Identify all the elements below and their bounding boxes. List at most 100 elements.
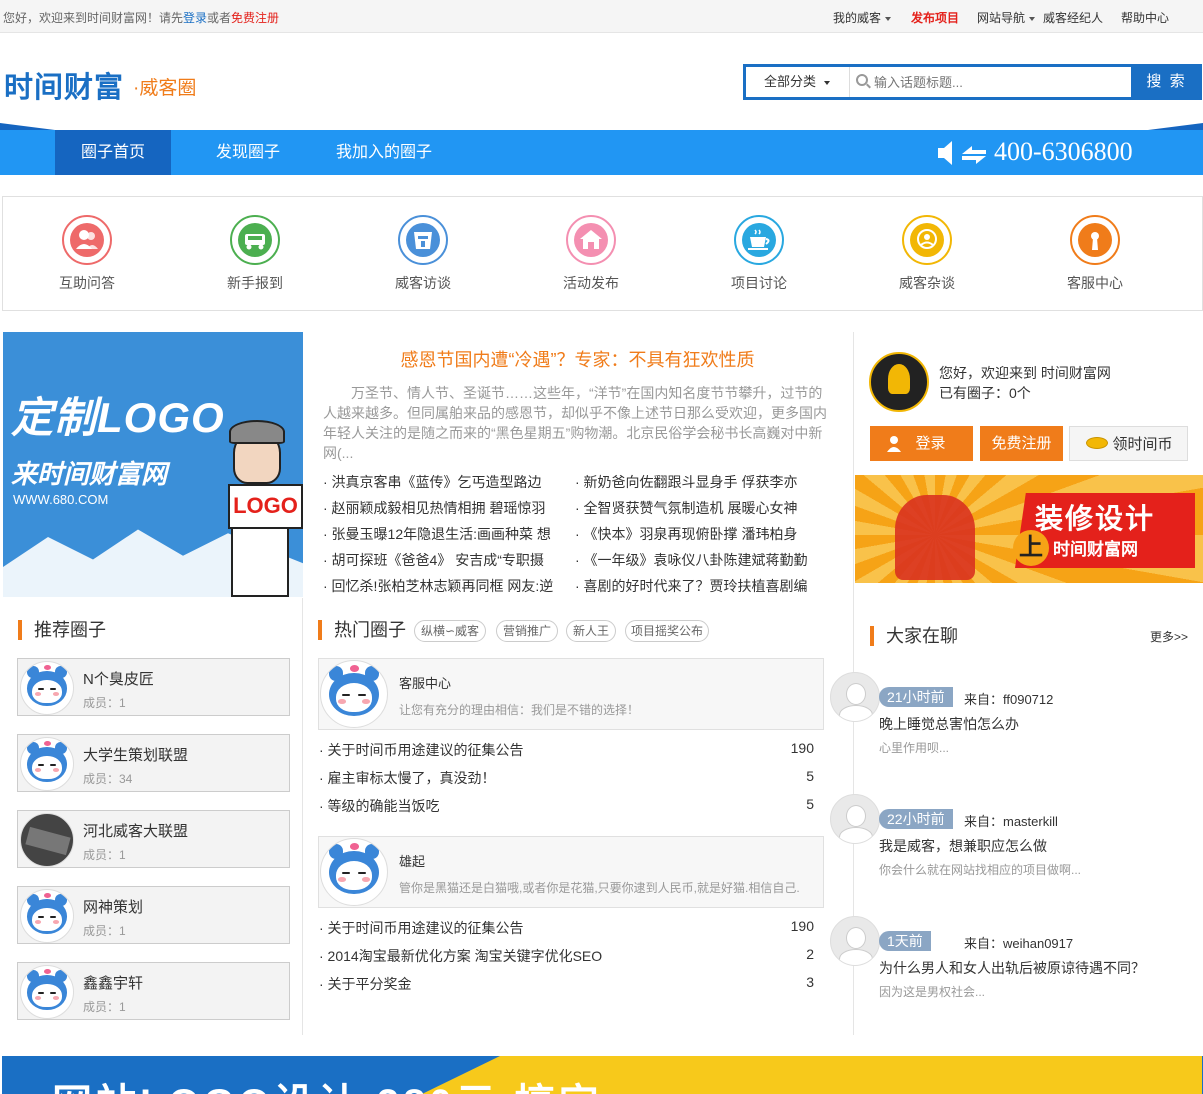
logo[interactable]: 时间财富 bbox=[4, 64, 124, 106]
nav-circle-home[interactable]: 圈子首页 bbox=[55, 130, 171, 175]
search-input[interactable] bbox=[874, 71, 1124, 93]
news-item[interactable]: · 喜剧的好时代来了？贾玲扶植喜剧编 bbox=[575, 576, 815, 596]
fist-graphic bbox=[895, 495, 975, 580]
topic-row[interactable]: · 雇主审标太慢了，真没劲！ 5 bbox=[319, 768, 814, 788]
user-welcome: 您好，欢迎来到 时间财富网 bbox=[939, 365, 1111, 381]
topic-row[interactable]: · 2014淘宝最新优化方案 淘宝关键字优化SEO 2 bbox=[319, 946, 814, 966]
recommended-circle-item[interactable]: 大学生策划联盟 成员：34 bbox=[17, 734, 290, 792]
coffee-icon bbox=[742, 223, 776, 257]
topic-row[interactable]: · 关于时间币用途建议的征集公告 190 bbox=[319, 918, 814, 938]
nav-my-circles[interactable]: 我加入的圈子 bbox=[322, 130, 446, 175]
user-icon bbox=[887, 436, 901, 452]
my-witkey-menu[interactable]: 我的威客 bbox=[833, 9, 892, 26]
broker-link[interactable]: 威客经纪人 bbox=[1043, 9, 1103, 26]
category-service[interactable]: 客服中心 bbox=[1011, 197, 1179, 312]
hot-tag[interactable]: 新人王 bbox=[566, 620, 616, 642]
chat-excerpt: 心里作用呗... bbox=[879, 741, 950, 755]
nav-discover-circles[interactable]: 发现圈子 bbox=[196, 130, 300, 175]
top-bar: 您好，欢迎来到时间财富网！请先登录或者免费注册 我的威客 发布项目 网站导航 威… bbox=[0, 0, 1203, 33]
circle-avatar bbox=[320, 660, 388, 728]
circle-avatar bbox=[320, 838, 388, 906]
chat-heading: 大家在聊 bbox=[870, 626, 958, 646]
hot-circles-heading: 热门圈子 bbox=[318, 620, 406, 640]
news-item[interactable]: · 张曼玉曝12年隐退生活:画画种菜 想 bbox=[323, 524, 563, 544]
collect-coins-button[interactable]: 领时间币 bbox=[1069, 426, 1188, 461]
category-chat[interactable]: 威客杂谈 bbox=[843, 197, 1011, 312]
chat-title[interactable]: 晚上睡觉总害怕怎么办 bbox=[879, 714, 1019, 734]
recommended-circle-item[interactable]: 鑫鑫宇轩 成员：1 bbox=[17, 962, 290, 1020]
circle-avatar bbox=[20, 965, 74, 1019]
chat-user-avatar[interactable] bbox=[830, 916, 880, 966]
chat-more-link[interactable]: 更多>> bbox=[1150, 628, 1188, 645]
news-item[interactable]: · 《快本》羽泉再现俯卧撑 潘玮柏身 bbox=[575, 524, 815, 544]
user-avatar bbox=[869, 352, 929, 412]
chat-time: 1天前 bbox=[879, 931, 931, 951]
category-qa[interactable]: 互助问答 bbox=[3, 197, 171, 312]
chat-from[interactable]: 来自：weihan0917 bbox=[964, 933, 1073, 952]
hot-circle-card[interactable]: 雄起 管你是黑猫还是白猫哦,或者你是花猫,只要你逮到人民币,就是好猫.相信自己. bbox=[318, 836, 824, 908]
character-hair bbox=[229, 420, 285, 444]
chat-user-avatar[interactable] bbox=[830, 794, 880, 844]
chat-icon bbox=[910, 223, 944, 257]
register-button[interactable]: 免费注册 bbox=[980, 426, 1063, 461]
character-body bbox=[231, 527, 289, 597]
topic-row[interactable]: · 等级的确能当饭吃 5 bbox=[319, 796, 814, 816]
car-icon bbox=[238, 223, 272, 257]
news-item[interactable]: · 《一年级》袁咏仪八卦陈建斌蒋勤勤 bbox=[575, 550, 815, 570]
login-button[interactable]: 登录 bbox=[870, 426, 973, 461]
chat-from[interactable]: 来自：ff090712 bbox=[964, 689, 1053, 708]
robot-icon bbox=[406, 223, 440, 257]
house-icon bbox=[574, 223, 608, 257]
decoration-promo-banner[interactable]: 装修设计 上 时间财富网 bbox=[855, 475, 1203, 583]
category-newbie[interactable]: 新手报到 bbox=[171, 197, 339, 312]
category-interview[interactable]: 威客访谈 bbox=[339, 197, 507, 312]
recommended-circle-item[interactable]: N个臭皮匠 成员：1 bbox=[17, 658, 290, 716]
register-link[interactable]: 免费注册 bbox=[231, 11, 279, 25]
news-item[interactable]: · 回忆杀!张柏芝林志颖再同框 网友:逆 bbox=[323, 576, 563, 596]
phone-speaker-icon bbox=[938, 141, 986, 165]
chat-title[interactable]: 我是威客，想兼职应怎么做 bbox=[879, 836, 1047, 856]
main-nav: 圈子首页 发现圈子 我加入的圈子 400-6306800 bbox=[0, 123, 1203, 175]
hot-tag[interactable]: 营销推广 bbox=[496, 620, 558, 642]
search-button[interactable]: 搜 索 bbox=[1131, 64, 1202, 100]
user-circles-count: 已有圈子：0个 bbox=[939, 385, 1031, 401]
recommended-circle-item[interactable]: 河北威客大联盟 成员：1 bbox=[17, 810, 290, 868]
topic-row[interactable]: · 关于平分奖金 3 bbox=[319, 974, 814, 994]
hot-circle-card[interactable]: 客服中心 让您有充分的理由相信：我们是不错的选择！ bbox=[318, 658, 824, 730]
chat-user-avatar[interactable] bbox=[830, 672, 880, 722]
circle-avatar bbox=[20, 737, 74, 791]
category-project-discussion[interactable]: 项目讨论 bbox=[675, 197, 843, 312]
coins-icon bbox=[1086, 437, 1108, 449]
recommended-circle-item[interactable]: 网神策划 成员：1 bbox=[17, 886, 290, 944]
news-item[interactable]: · 新奶爸向佐翻跟斗显身手 俘获李亦 bbox=[575, 472, 815, 492]
post-project-link[interactable]: 发布项目 bbox=[911, 9, 959, 26]
chat-excerpt: 你会什么就在网站找相应的项目做啊... bbox=[879, 863, 1082, 877]
circle-avatar bbox=[20, 889, 74, 943]
topic-row[interactable]: · 关于时间币用途建议的征集公告 190 bbox=[319, 740, 814, 760]
site-nav-menu[interactable]: 网站导航 bbox=[977, 9, 1036, 26]
chat-from[interactable]: 来自：masterkill bbox=[964, 811, 1058, 830]
search-box: 全部分类 搜 索 bbox=[743, 64, 1202, 100]
circle-avatar bbox=[20, 813, 74, 867]
news-item[interactable]: · 赵丽颖成毅相见热情相拥 碧瑶惊羽 bbox=[323, 498, 563, 518]
bottom-ad-banner[interactable]: 网站LOGO设计 380元 搞定 bbox=[2, 1056, 1203, 1094]
logo-design-banner[interactable]: 定制LOGO 来时间财富网 WWW.680.COM LOGO bbox=[3, 332, 303, 597]
login-link[interactable]: 登录 bbox=[183, 11, 207, 25]
recommended-heading: 推荐圈子 bbox=[18, 620, 106, 640]
headline-link[interactable]: 感恩节国内遭“冷遇”？专家：不具有狂欢性质 bbox=[303, 346, 852, 372]
users-icon bbox=[70, 223, 104, 257]
category-events[interactable]: 活动发布 bbox=[507, 197, 675, 312]
nav-corner-right bbox=[1148, 123, 1203, 130]
hot-tag[interactable]: 纵横∽威客 bbox=[414, 620, 486, 642]
caret-down-icon bbox=[1029, 16, 1036, 21]
headline-summary: 万圣节、情人节、圣诞节……这些年，“洋节”在国内知名度节节攀升，过节的人越来越多… bbox=[323, 385, 827, 461]
news-item[interactable]: · 洪真京客串《蓝传》乞丐造型路边 bbox=[323, 472, 563, 492]
news-item[interactable]: · 胡可探班《爸爸4》 安吉成“专职摄 bbox=[323, 550, 563, 570]
nav-corner-left bbox=[0, 123, 55, 130]
help-link[interactable]: 帮助中心 bbox=[1121, 9, 1169, 26]
keyhole-icon bbox=[1078, 223, 1112, 257]
search-category-select[interactable]: 全部分类 bbox=[746, 67, 850, 97]
chat-title[interactable]: 为什么男人和女人出轨后被原谅待遇不同？ bbox=[879, 958, 1145, 978]
news-item[interactable]: · 全智贤获赞气氛制造机 展暖心女神 bbox=[575, 498, 815, 518]
hot-tag[interactable]: 项目摇奖公布 bbox=[625, 620, 709, 642]
